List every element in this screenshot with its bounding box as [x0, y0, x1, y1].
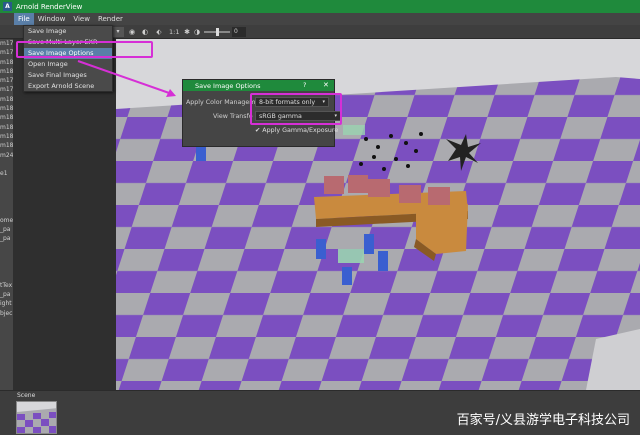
- annotation-arrow: [77, 60, 176, 97]
